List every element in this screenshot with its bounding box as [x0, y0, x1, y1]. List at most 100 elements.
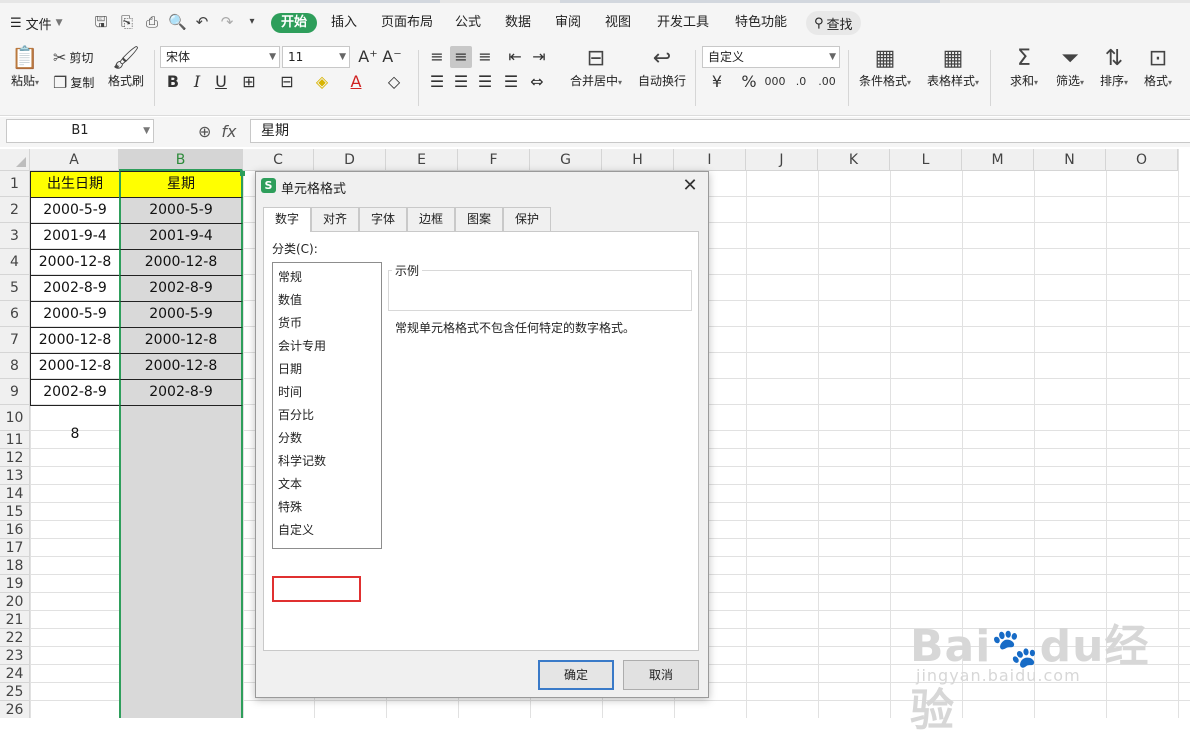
row-header-6[interactable]: 6 — [0, 301, 30, 327]
cell-b9[interactable]: 2002-8-9 — [119, 379, 243, 406]
sort-button[interactable]: ⇅ 排序▾ — [1094, 46, 1134, 89]
column-header-a[interactable]: A — [30, 149, 119, 171]
fill-handle[interactable] — [240, 171, 245, 176]
column-header-c[interactable]: C — [243, 149, 314, 171]
row-header-14[interactable]: 14 — [0, 485, 30, 503]
align-bottom-icon[interactable]: ≡ — [474, 46, 496, 68]
bold-icon[interactable]: B — [162, 71, 184, 93]
fill-color-icon[interactable]: ◈ — [311, 71, 333, 93]
name-box[interactable]: B1 ▼ — [6, 119, 154, 143]
row-header-16[interactable]: 16 — [0, 521, 30, 539]
conditional-format-button[interactable]: ▦ 条件格式▾ — [854, 46, 916, 89]
align-center-icon[interactable]: ☰ — [450, 71, 472, 93]
tab-font[interactable]: 字体 — [359, 207, 407, 231]
row-header-26[interactable]: 26 — [0, 701, 30, 718]
tab-alignment[interactable]: 对齐 — [311, 207, 359, 231]
category-item[interactable]: 科学记数 — [278, 451, 326, 471]
tab-pattern[interactable]: 图案 — [455, 207, 503, 231]
cell-b6[interactable]: 2000-5-9 — [119, 301, 243, 328]
font-size-select[interactable]: 11 ▼ — [282, 46, 350, 68]
cell-b4[interactable]: 2000-12-8 — [119, 249, 243, 276]
category-item[interactable]: 百分比 — [278, 405, 314, 425]
row-header-22[interactable]: 22 — [0, 629, 30, 647]
column-header-d[interactable]: D — [314, 149, 386, 171]
tab-insert[interactable]: 插入 — [331, 13, 357, 33]
filter-button[interactable]: ⏷ 筛选▾ — [1050, 46, 1090, 89]
decrease-decimal-icon[interactable]: .00 — [816, 71, 838, 93]
tab-number[interactable]: 数字 — [263, 207, 311, 232]
undo-icon[interactable]: ↶ — [193, 13, 211, 31]
underline-icon[interactable]: U — [210, 71, 232, 93]
column-header-g[interactable]: G — [530, 149, 602, 171]
row-header-2[interactable]: 2 — [0, 197, 30, 223]
increase-font-icon[interactable]: A⁺ — [357, 46, 379, 68]
column-header-n[interactable]: N — [1034, 149, 1106, 171]
align-right-icon[interactable]: ☰ — [474, 71, 496, 93]
decrease-font-icon[interactable]: A⁻ — [381, 46, 403, 68]
merge-center-button[interactable]: ⊟ 合并居中▾ — [564, 46, 628, 89]
percent-icon[interactable]: % — [738, 71, 760, 93]
close-icon[interactable]: ✕ — [680, 176, 700, 196]
font-name-select[interactable]: 宋体 ▼ — [160, 46, 280, 68]
row-header-15[interactable]: 15 — [0, 503, 30, 521]
thousands-separator-icon[interactable]: 000 — [764, 71, 786, 93]
eraser-icon[interactable]: ◇ — [383, 71, 405, 93]
wrap-text-button[interactable]: ↩ 自动换行 — [634, 46, 690, 89]
row-header-12[interactable]: 12 — [0, 449, 30, 467]
category-item[interactable]: 特殊 — [278, 497, 302, 517]
tab-developer[interactable]: 开发工具 — [657, 13, 709, 33]
tab-special-features[interactable]: 特色功能 — [735, 13, 787, 33]
cell-b8[interactable]: 2000-12-8 — [119, 353, 243, 380]
row-header-4[interactable]: 4 — [0, 249, 30, 275]
tab-view[interactable]: 视图 — [605, 13, 631, 33]
print-preview-icon[interactable]: 🔍 — [168, 13, 187, 31]
category-item[interactable]: 文本 — [278, 474, 302, 494]
column-header-k[interactable]: K — [818, 149, 890, 171]
tab-protection[interactable]: 保护 — [503, 207, 551, 231]
cancel-button[interactable]: 取消 — [623, 660, 699, 690]
align-middle-icon[interactable]: ≡ — [450, 46, 472, 68]
row-header-13[interactable]: 13 — [0, 467, 30, 485]
cell-b1[interactable]: 星期 — [119, 171, 243, 198]
column-header-l[interactable]: L — [890, 149, 962, 171]
category-item[interactable]: 会计专用 — [278, 336, 326, 356]
search-button[interactable]: ⚲ 查找 — [806, 11, 861, 35]
category-item[interactable]: 数值 — [278, 290, 302, 310]
ok-button[interactable]: 确定 — [538, 660, 614, 690]
row-header-20[interactable]: 20 — [0, 593, 30, 611]
table-style-button[interactable]: ▦ 表格样式▾ — [922, 46, 984, 89]
row-header-17[interactable]: 17 — [0, 539, 30, 557]
file-menu[interactable]: ☰ 文件 ▼ — [10, 13, 63, 33]
cell-a6[interactable]: 2000-5-9 — [30, 301, 120, 328]
column-header-m[interactable]: M — [962, 149, 1034, 171]
distributed-align-icon[interactable]: ⇔ — [526, 71, 548, 93]
border-icon[interactable]: ⊞ — [238, 71, 260, 93]
cell-a1[interactable]: 出生日期 — [30, 171, 120, 198]
category-item[interactable]: 自定义 — [278, 520, 314, 540]
cell-a5[interactable]: 2002-8-9 — [30, 275, 120, 302]
row-header-3[interactable]: 3 — [0, 223, 30, 249]
column-header-i[interactable]: I — [674, 149, 746, 171]
align-left-icon[interactable]: ☰ — [426, 71, 448, 93]
print-icon[interactable]: ⎙ — [143, 13, 161, 31]
format-button[interactable]: ⊡ 格式▾ — [1138, 46, 1178, 89]
align-top-icon[interactable]: ≡ — [426, 46, 448, 68]
cut-button[interactable]: ✂ 剪切 — [53, 48, 93, 67]
cell-a2[interactable]: 2000-5-9 — [30, 197, 120, 224]
decrease-indent-icon[interactable]: ⇤ — [504, 46, 526, 68]
fx-icon[interactable]: fx — [221, 122, 236, 141]
sum-button[interactable]: Σ 求和▾ — [1004, 46, 1044, 89]
row-header-18[interactable]: 18 — [0, 557, 30, 575]
column-header-b[interactable]: B — [119, 149, 243, 171]
row-header-25[interactable]: 25 — [0, 683, 30, 701]
cell-b2[interactable]: 2000-5-9 — [119, 197, 243, 224]
italic-icon[interactable]: I — [186, 71, 208, 93]
font-color-icon[interactable]: A — [345, 71, 367, 93]
column-header-f[interactable]: F — [458, 149, 530, 171]
increase-decimal-icon[interactable]: .0 — [790, 71, 812, 93]
currency-icon[interactable]: ¥ — [706, 71, 728, 93]
tab-border[interactable]: 边框 — [407, 207, 455, 231]
row-header-10[interactable]: 10 — [0, 405, 30, 431]
cell-b7[interactable]: 2000-12-8 — [119, 327, 243, 354]
row-header-11[interactable]: 11 — [0, 431, 30, 449]
